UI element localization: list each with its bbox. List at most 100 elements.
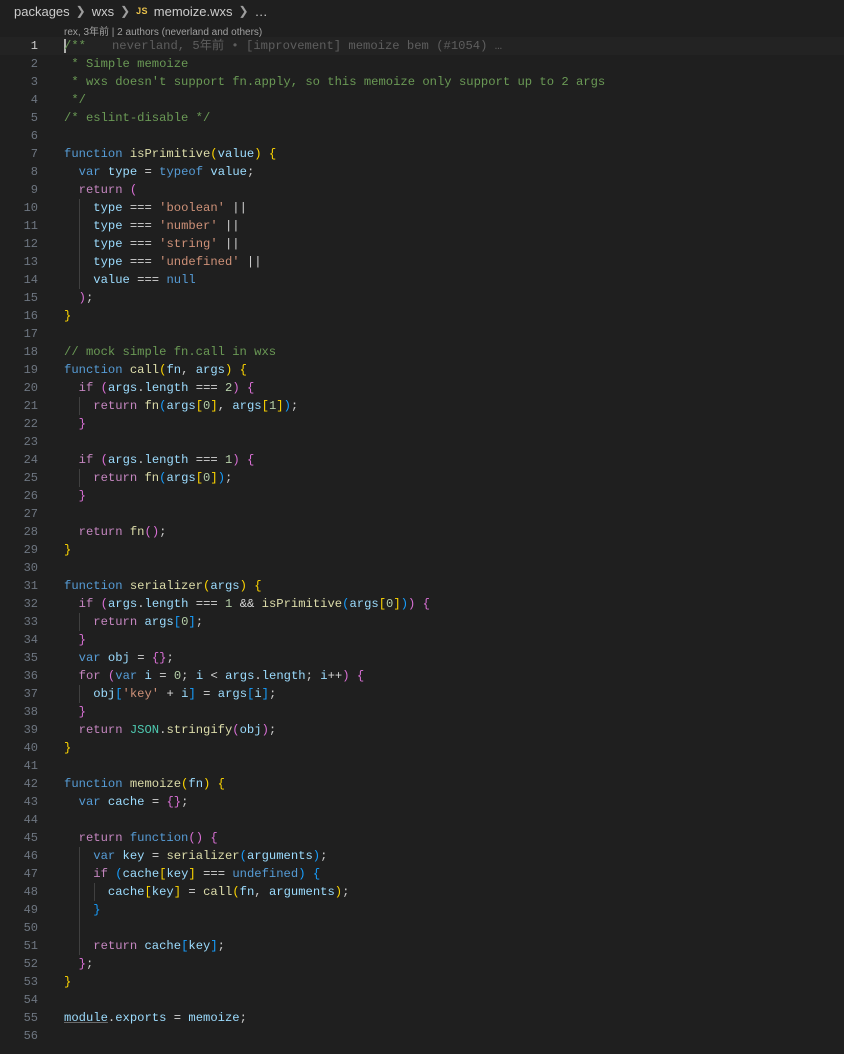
code-line[interactable]: 28 return fn(); (0, 523, 844, 541)
code-line[interactable]: 36 for (var i = 0; i < args.length; i++)… (0, 667, 844, 685)
code-line[interactable]: 9 return ( (0, 181, 844, 199)
line-number: 20 (23, 381, 38, 395)
code-line[interactable]: 16} (0, 307, 844, 325)
line-number: 3 (30, 75, 38, 89)
codelens-authors[interactable]: rex, 3年前 | 2 authors (neverland and othe… (64, 23, 262, 38)
code-line[interactable]: 4 */ (0, 91, 844, 109)
line-number: 23 (23, 435, 38, 449)
code-line[interactable]: 15 ); (0, 289, 844, 307)
code-line[interactable]: 34 } (0, 631, 844, 649)
line-number: 40 (23, 741, 38, 755)
line-number: 39 (23, 723, 38, 737)
breadcrumb-item-file[interactable]: memoize.wxs (154, 4, 233, 19)
line-number: 31 (23, 579, 38, 593)
line-number: 53 (23, 975, 38, 989)
code-line[interactable]: 24 if (args.length === 1) { (0, 451, 844, 469)
code-line[interactable]: 48 cache[key] = call(fn, arguments); (0, 883, 844, 901)
breadcrumb-item-symbols[interactable]: … (255, 4, 268, 19)
line-number: 5 (30, 111, 38, 125)
chevron-right-icon: ❯ (238, 4, 249, 18)
line-number: 16 (23, 309, 38, 323)
code-line[interactable]: 44 (0, 811, 844, 829)
code-line[interactable]: 27 (0, 505, 844, 523)
code-line[interactable]: 29} (0, 541, 844, 559)
line-number: 37 (23, 687, 38, 701)
code-line[interactable]: 55 module.exports = memoize; (0, 1009, 844, 1027)
code-line[interactable]: 14 value === null (0, 271, 844, 289)
code-line[interactable]: 11 type === 'number' || (0, 217, 844, 235)
line-number: 54 (23, 993, 38, 1007)
line-number: 15 (23, 291, 38, 305)
code-line[interactable]: 45 return function() { (0, 829, 844, 847)
code-line[interactable]: 54 (0, 991, 844, 1009)
line-number: 26 (23, 489, 38, 503)
code-line[interactable]: 21 return fn(args[0], args[1]); (0, 397, 844, 415)
line-number: 12 (23, 237, 38, 251)
git-blame-annotation[interactable]: neverland, 5年前 • [improvement] memoize b… (112, 39, 502, 53)
breadcrumb-item-wxs[interactable]: wxs (92, 4, 114, 19)
line-number: 35 (23, 651, 38, 665)
code-line[interactable]: 56 (0, 1027, 844, 1045)
code-line[interactable]: 51 return cache[key]; (0, 937, 844, 955)
code-line[interactable]: 12 type === 'string' || (0, 235, 844, 253)
line-number: 9 (30, 183, 38, 197)
code-line[interactable]: 39 return JSON.stringify(obj); (0, 721, 844, 739)
line-number: 17 (23, 327, 38, 341)
line-number: 11 (23, 219, 38, 233)
code-line[interactable]: 2 * Simple memoize (0, 55, 844, 73)
code-line[interactable]: 22 } (0, 415, 844, 433)
code-line[interactable]: 3 * wxs doesn't support fn.apply, so thi… (0, 73, 844, 91)
line-number: 48 (23, 885, 38, 899)
code-line[interactable]: 35 var obj = {}; (0, 649, 844, 667)
code-line[interactable]: 7 function isPrimitive(value) { (0, 145, 844, 163)
code-line[interactable]: 19 function call(fn, args) { (0, 361, 844, 379)
line-number: 50 (23, 921, 38, 935)
code-line[interactable]: 41 (0, 757, 844, 775)
code-line[interactable]: 18// mock simple fn.call in wxs (0, 343, 844, 361)
line-number: 10 (23, 201, 38, 215)
line-number: 8 (30, 165, 38, 179)
code-line[interactable]: 46 var key = serializer(arguments); (0, 847, 844, 865)
code-line[interactable]: 52 }; (0, 955, 844, 973)
line-number: 4 (30, 93, 38, 107)
line-number: 56 (23, 1029, 38, 1043)
line-number: 6 (30, 129, 38, 143)
code-line[interactable]: 5/* eslint-disable */ (0, 109, 844, 127)
line-number: 43 (23, 795, 38, 809)
code-line[interactable]: 25 return fn(args[0]); (0, 469, 844, 487)
code-line[interactable]: 8 var type = typeof value; (0, 163, 844, 181)
code-line[interactable]: 43 var cache = {}; (0, 793, 844, 811)
code-line[interactable]: 33 return args[0]; (0, 613, 844, 631)
code-line[interactable]: 47 if (cache[key] === undefined) { (0, 865, 844, 883)
code-line[interactable]: 17 (0, 325, 844, 343)
line-number: 24 (23, 453, 38, 467)
code-line[interactable]: 49 } (0, 901, 844, 919)
code-line[interactable]: 38 } (0, 703, 844, 721)
line-number: 13 (23, 255, 38, 269)
code-line[interactable]: 53} (0, 973, 844, 991)
line-number: 19 (23, 363, 38, 377)
code-line[interactable]: 20 if (args.length === 2) { (0, 379, 844, 397)
code-line[interactable]: 13 type === 'undefined' || (0, 253, 844, 271)
code-line[interactable]: 31 function serializer(args) { (0, 577, 844, 595)
code-line[interactable]: 30 (0, 559, 844, 577)
code-line[interactable]: 42 function memoize(fn) { (0, 775, 844, 793)
code-line[interactable]: 40} (0, 739, 844, 757)
line-number: 41 (23, 759, 38, 773)
code-line[interactable]: 10 type === 'boolean' || (0, 199, 844, 217)
line-number: 55 (23, 1011, 38, 1025)
line-number: 21 (23, 399, 38, 413)
breadcrumb-item-packages[interactable]: packages (14, 4, 70, 19)
code-line[interactable]: 1/** neverland, 5年前 • [improvement] memoi… (0, 37, 844, 55)
code-line[interactable]: 50 (0, 919, 844, 937)
line-number: 28 (23, 525, 38, 539)
code-line[interactable]: 6 (0, 127, 844, 145)
code-editor[interactable]: 1/** neverland, 5年前 • [improvement] memoi… (0, 37, 844, 1045)
code-line[interactable]: 23 (0, 433, 844, 451)
code-line[interactable]: 26 } (0, 487, 844, 505)
code-line[interactable]: 32 if (args.length === 1 && isPrimitive(… (0, 595, 844, 613)
line-number: 22 (23, 417, 38, 431)
code-line[interactable]: 37 obj['key' + i] = args[i]; (0, 685, 844, 703)
line-number: 1 (30, 39, 38, 53)
line-number: 42 (23, 777, 38, 791)
